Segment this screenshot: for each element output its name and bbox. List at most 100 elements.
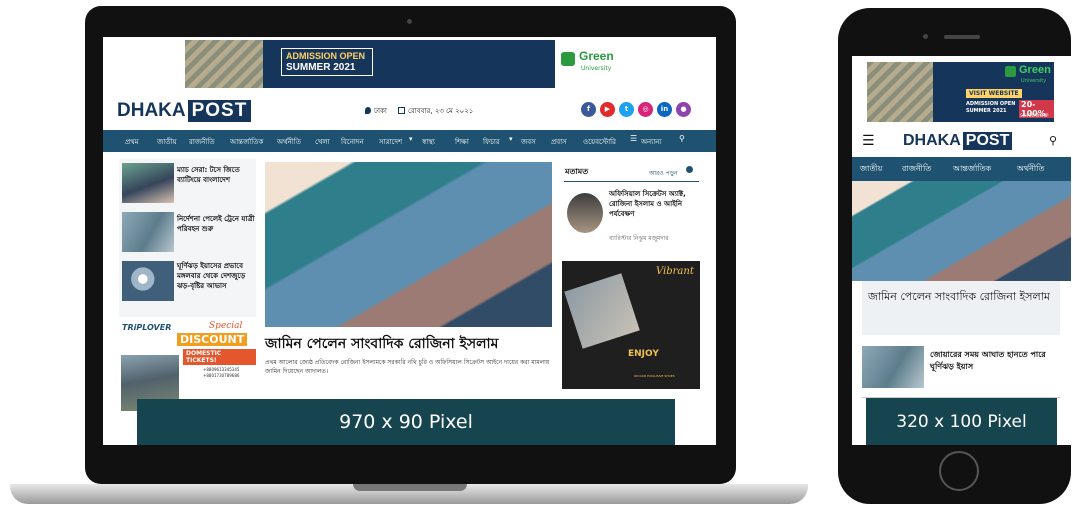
search-icon[interactable]: ⚲ [679, 134, 685, 143]
right-sidebar-ad[interactable]: Vibrant ENJOY ON OUR EXCLUSIVE SHOES [562, 261, 700, 389]
ad-line1: ADMISSION OPEN [286, 51, 366, 61]
mobile-lead-image[interactable] [852, 181, 1071, 281]
nav-item-country[interactable]: সারাদেশ [379, 136, 402, 148]
chevron-down-icon: ▾ [409, 135, 413, 143]
ad-phone-1: +8809613345345 [203, 367, 240, 372]
university-logo-icon [1005, 66, 1016, 77]
nav-item-jobs[interactable]: জবস [521, 136, 536, 148]
nav-item-home[interactable]: প্রথম [125, 136, 139, 148]
nav-item-economy[interactable]: অর্থনীতি [1017, 163, 1044, 176]
phone-speaker [944, 35, 980, 39]
header-location: ঢাকা [374, 107, 387, 115]
nav-item-national[interactable]: জাতীয় [860, 163, 882, 176]
logo-left: DHAKA [117, 100, 186, 121]
left-news-3[interactable]: ঘূর্ণিঝড় ইয়াসের প্রভাবে মঙ্গলবার থেকে … [177, 261, 255, 291]
facebook-icon[interactable]: f [581, 102, 596, 117]
opinion-author: ব্যারিস্টার নিঝুম মজুমদার [609, 235, 669, 242]
mobile-ad-brand-top: Green [1019, 64, 1051, 76]
mobile-headline: জামিন পেলেন সাংবাদিক রোজিনা ইসলাম [868, 290, 1051, 303]
opinion-title: মতামত [565, 167, 589, 176]
mobile-news-title[interactable]: জোয়ারের সময় আঘাত হানতে পারে ঘূর্ণিঝড় … [930, 349, 1054, 373]
visit-website-button[interactable]: VISIT WEBSITE [966, 89, 1022, 98]
news-thumb-train[interactable] [122, 212, 174, 252]
logo-left: DHAKA [903, 132, 961, 149]
webcam-icon [407, 19, 412, 24]
vibrant-brand: Vibrant [656, 266, 694, 277]
ad-special-text: Special [209, 321, 243, 331]
ad-brand-top: Green [579, 49, 614, 63]
podcast-icon[interactable]: ● [676, 102, 691, 117]
header-date: রোববার, ২৩ মে ২০২১ [408, 107, 474, 115]
nav-item-health[interactable]: স্বাস্থ্য [422, 136, 435, 148]
left-news-1[interactable]: ম্যাচ সেরা: টসে জিতে ব্যাটিংয়ে বাংলাদেশ [177, 165, 255, 185]
mobile-size-label: 320 x 100 Pixel [866, 398, 1057, 445]
arrow-right-icon[interactable] [686, 166, 693, 173]
lead-story-headline[interactable]: জামিন পেলেন সাংবাদিক রোজিনা ইসলাম [265, 335, 552, 353]
site-logo[interactable]: DHAKA POST [117, 99, 252, 123]
ad-people-photo [185, 40, 263, 88]
desktop-top-ad[interactable]: ADMISSION OPEN SUMMER 2021 Green Univers… [185, 40, 633, 88]
nav-item-webstory[interactable]: ওয়েবস্টোরি [583, 136, 616, 148]
laptop-base-notch [353, 484, 467, 491]
university-logo-icon [561, 52, 575, 66]
news-thumb-cricket[interactable] [122, 163, 174, 203]
opinion-divider [564, 181, 699, 182]
desktop-screen: ADMISSION OPEN SUMMER 2021 Green Univers… [103, 37, 716, 445]
mobile-top-ad[interactable]: Green University VISIT WEBSITE ADMISSION… [867, 62, 1054, 122]
chevron-down-icon: ▾ [509, 135, 513, 143]
twitter-icon[interactable]: t [619, 102, 634, 117]
nav-item-sports[interactable]: খেলা [315, 136, 330, 148]
nav-item-politics[interactable]: রাজনীতি [189, 136, 215, 148]
nav-item-economy[interactable]: অর্থনীতি [277, 136, 301, 148]
ad-brand-bottom: University [581, 65, 612, 72]
tripllover-brand: TRiPLOVER [122, 323, 172, 332]
instagram-icon[interactable]: ◎ [638, 102, 653, 117]
opinion-author-avatar[interactable] [567, 193, 603, 233]
mobile-logo[interactable]: DHAKA POST [903, 132, 1013, 150]
logo-right: POST [962, 132, 1013, 150]
opinion-item-title[interactable]: অফিসিয়াল সিক্রেটস অ্যাক্ট, রোজিনা ইসলাম… [609, 189, 699, 219]
nav-item-feature[interactable]: ফিচার [483, 136, 500, 148]
logo-right: POST [187, 100, 252, 122]
ad-phone-2: +8801730789686 [203, 373, 240, 378]
nav-item-politics[interactable]: রাজনীতি [902, 163, 931, 176]
mobile-ad-admission: ADMISSION OPEN [966, 101, 1016, 107]
phone-camera [923, 34, 928, 39]
opinion-more-link[interactable]: আরও পড়ুন [649, 168, 678, 179]
nav-item-international[interactable]: আন্তর্জাতিক [953, 163, 991, 176]
search-icon[interactable]: ⚲ [1049, 134, 1057, 147]
phone-home-button[interactable] [939, 451, 979, 491]
mobile-screen: Green University VISIT WEBSITE ADMISSION… [852, 56, 1071, 445]
left-news-2[interactable]: নির্দেশনা পেলেই ট্রেনে যাত্রী পরিবহন শুর… [177, 214, 255, 234]
nav-item-entertainment[interactable]: বিনোদন [341, 136, 364, 148]
ad-headline-box: ADMISSION OPEN SUMMER 2021 [281, 48, 373, 76]
ad-brand-panel: Green University [555, 40, 633, 88]
social-icons: f ▶ t ◎ in ● [581, 102, 691, 118]
mobile-headline-card[interactable]: জামিন পেলেন সাংবাদিক রোজিনা ইসলাম [862, 281, 1060, 335]
location-icon [365, 107, 371, 114]
ad-discount-text: DISCOUNT [177, 333, 248, 346]
hamburger-menu-icon[interactable]: ☰ [862, 134, 875, 148]
mobile-nav-bar: জাতীয় রাজনীতি আন্তর্জাতিক অর্থনীতি [852, 157, 1071, 181]
linkedin-icon[interactable]: in [657, 102, 672, 117]
nav-item-probash[interactable]: প্রবাস [551, 136, 567, 148]
mobile-ad-scholarship: SCHOLARSHIP [1020, 113, 1049, 118]
ad-tickets-text: DOMESTIC TICKETS! [183, 349, 256, 365]
ad-tagline: ON OUR EXCLUSIVE SHOES [634, 374, 675, 378]
desktop-size-label: 970 x 90 Pixel [137, 399, 675, 445]
news-thumb-cyclone[interactable] [122, 261, 174, 301]
nav-item-education[interactable]: শিক্ষা [455, 136, 469, 148]
youtube-icon[interactable]: ▶ [600, 102, 615, 117]
mobile-ad-summer: SUMMER 2021 [966, 108, 1007, 114]
nav-item-others[interactable]: অন্যান্য [641, 136, 662, 148]
lead-story-image[interactable] [265, 162, 552, 327]
ad-enjoy: ENJOY [628, 349, 659, 359]
lead-story-summary: প্রথম আলোর জ্যেষ্ঠ প্রতিবেদক রোজিনা ইসলা… [265, 359, 550, 375]
menu-icon: ☰ [630, 134, 638, 143]
ad-line2: SUMMER 2021 [286, 62, 356, 73]
nav-item-national[interactable]: জাতীয় [157, 136, 177, 148]
nav-item-international[interactable]: আন্তর্জাতিক [230, 136, 263, 148]
mobile-news-thumb[interactable] [862, 346, 924, 388]
desktop-nav-bar: প্রথম জাতীয় রাজনীতি আন্তর্জাতিক অর্থনীত… [103, 130, 716, 152]
mobile-ad-brand-bottom: University [1021, 78, 1047, 84]
